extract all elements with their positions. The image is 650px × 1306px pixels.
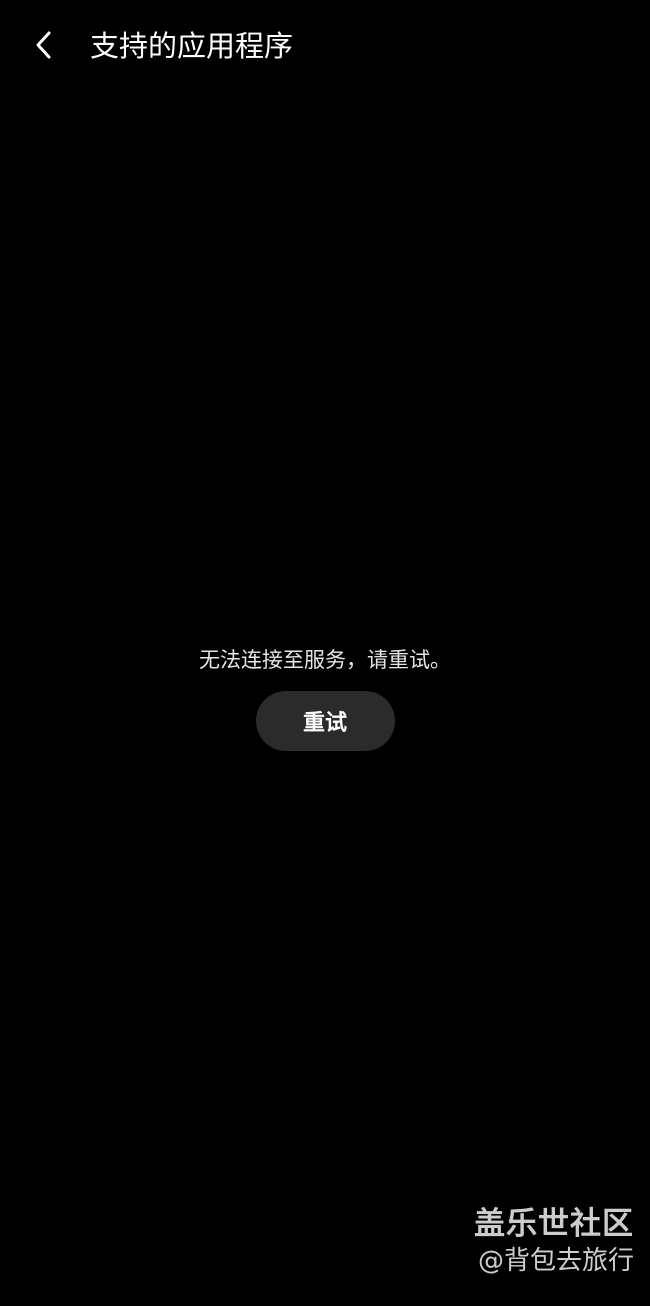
watermark-community-name: 盖乐世社区 (474, 1206, 634, 1242)
page-title: 支持的应用程序 (90, 29, 294, 63)
error-message: 无法连接至服务，请重试。 (199, 648, 451, 672)
retry-button[interactable]: 重试 (255, 691, 395, 751)
back-button[interactable] (22, 22, 66, 68)
error-state: 无法连接至服务，请重试。 重试 (0, 640, 650, 751)
chevron-left-icon (36, 31, 51, 59)
watermark: 盖乐世社区 @背包去旅行 (474, 1204, 634, 1278)
watermark-author: @背包去旅行 (477, 1246, 634, 1276)
app-bar: 支持的应用程序 (0, 0, 650, 92)
